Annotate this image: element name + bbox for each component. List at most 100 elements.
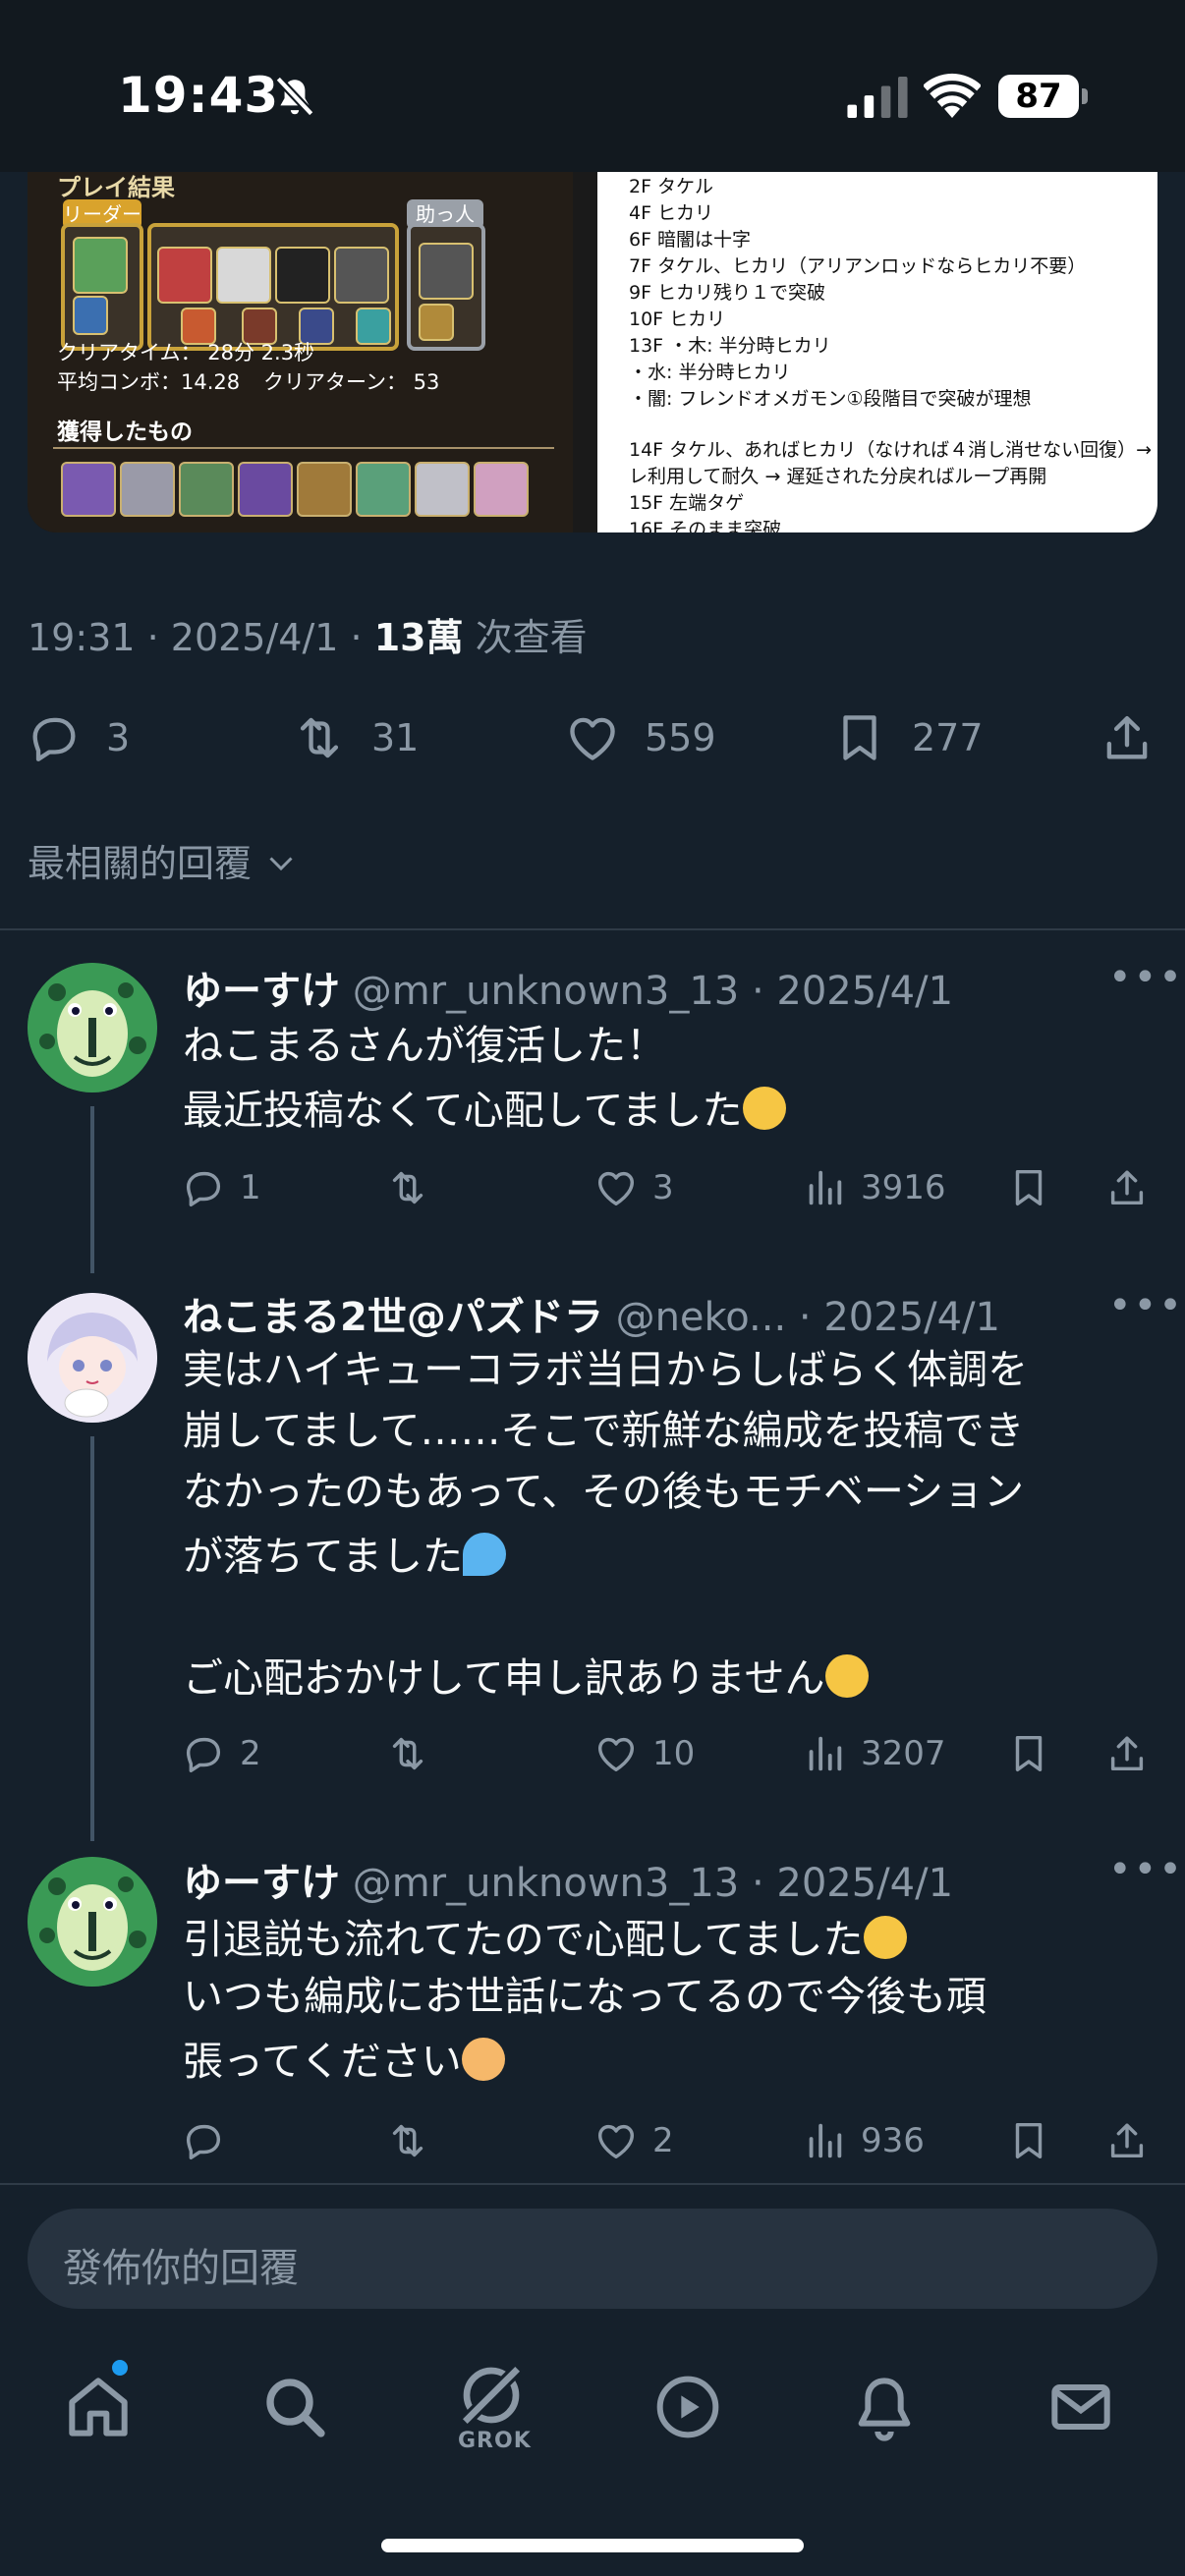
speech-bubble-icon xyxy=(181,2118,226,2163)
play-icon[interactable] xyxy=(649,2368,727,2446)
reply-date[interactable]: 2025/4/1 xyxy=(776,969,953,1014)
more-options-button[interactable]: ••• xyxy=(1108,1283,1184,1328)
views-count: 13萬 xyxy=(373,616,464,659)
compose-placeholder: 發佈你的回覆 xyxy=(63,2246,299,2291)
reply-text-line: 最近投稿なくて心配してました xyxy=(183,1087,786,1131)
more-options-button[interactable]: ••• xyxy=(1108,955,1184,1000)
like-count: 10 xyxy=(652,1734,696,1773)
views-count: 3207 xyxy=(861,1734,946,1773)
reply-count: 1 xyxy=(240,1168,261,1207)
share-button[interactable] xyxy=(1104,1731,1163,1776)
reply-header: ゆーすけ @mr_unknown3_13 · 2025/4/1 xyxy=(183,1861,954,1906)
author-name[interactable]: ゆーすけ xyxy=(183,1861,340,1906)
anime-girl-avatar-icon xyxy=(28,1293,157,1423)
avg-combo: 平均コンボ：14.28 xyxy=(57,370,241,394)
avatar[interactable] xyxy=(28,1293,157,1423)
note-line: 2F タケル xyxy=(629,176,714,197)
like-button[interactable]: 10 xyxy=(593,1731,695,1776)
note-line: 6F 暗闇は十字 xyxy=(629,229,752,251)
grok-icon[interactable] xyxy=(452,2356,531,2435)
monster-icon xyxy=(334,247,389,304)
search-icon[interactable] xyxy=(255,2368,334,2446)
retweet-button[interactable] xyxy=(385,1165,444,1210)
author-name[interactable]: ゆーすけ xyxy=(183,969,340,1014)
joy-emoji-icon xyxy=(863,1916,907,1959)
like-button[interactable]: 2 xyxy=(593,2118,674,2163)
chevron-down-icon xyxy=(269,857,293,871)
like-button[interactable]: 3 xyxy=(593,1165,674,1210)
views-button[interactable]: 3207 xyxy=(802,1731,946,1776)
reply-button[interactable] xyxy=(181,2118,240,2163)
reply-sort-dropdown[interactable]: 最相關的回覆 xyxy=(28,833,299,887)
drop-icon xyxy=(238,462,293,517)
avatar[interactable] xyxy=(28,1857,157,1987)
bookmark-button[interactable]: 277 xyxy=(831,709,984,766)
note-line: レ利用して耐久 → 遅延された分戻ればループ再開 xyxy=(629,466,1047,487)
thread-line xyxy=(90,1436,94,1841)
share-icon xyxy=(1104,1165,1150,1210)
drop-icon xyxy=(179,462,234,517)
bell-icon[interactable] xyxy=(845,2368,924,2446)
tweet-date[interactable]: 2025/4/1 xyxy=(171,616,339,659)
game-result-image[interactable]: プレイ結果 リーダー 助っ人 クリアタイム： 28分 2.3秒 平均コンボ：14… xyxy=(28,172,573,532)
avatar[interactable] xyxy=(28,963,157,1092)
reply-button[interactable]: 2 xyxy=(181,1731,261,1776)
author-name[interactable]: ねこまる2世@パズドラ xyxy=(183,1295,603,1340)
like-count: 3 xyxy=(652,1168,674,1207)
bar-chart-icon xyxy=(802,1731,847,1776)
reply-compose-input[interactable]: 發佈你的回覆 xyxy=(28,2209,1157,2309)
monster-icon xyxy=(275,247,330,304)
home-notification-dot xyxy=(112,2360,128,2376)
floor-notes-image[interactable]: 2F タケル 4F ヒカリ 6F 暗闇は十字 7F タケル、ヒカリ（アリアンロッ… xyxy=(597,172,1157,532)
monster-icon xyxy=(419,243,474,300)
more-options-button[interactable]: ••• xyxy=(1108,1847,1184,1892)
note-line: 13F ・木: 半分時ヒカリ xyxy=(629,335,831,357)
reply-date[interactable]: 2025/4/1 xyxy=(823,1295,1000,1340)
reply-header: ゆーすけ @mr_unknown3_13 · 2025/4/1 xyxy=(183,969,954,1014)
bookmark-button[interactable] xyxy=(1006,1165,1065,1210)
wifi-icon xyxy=(924,74,981,118)
like-count: 559 xyxy=(645,716,716,759)
retweet-count: 31 xyxy=(371,716,420,759)
retweet-icon xyxy=(385,1165,430,1210)
retweet-button[interactable] xyxy=(385,1731,444,1776)
reply-button[interactable]: 1 xyxy=(181,1165,261,1210)
author-handle[interactable]: @mr_unknown3_13 xyxy=(353,1861,740,1906)
author-handle[interactable]: @mr_unknown3_13 xyxy=(353,969,740,1014)
bookmark-button[interactable] xyxy=(1006,1731,1065,1776)
result-header: プレイ結果 xyxy=(57,174,175,201)
bell-slash-icon xyxy=(275,76,314,117)
speech-bubble-icon xyxy=(181,1731,226,1776)
reply-button[interactable]: 3 xyxy=(26,709,130,766)
note-line: 4F ヒカリ xyxy=(629,202,714,224)
divider xyxy=(0,928,1185,930)
divider xyxy=(0,2183,1185,2185)
bookmark-icon xyxy=(1006,1731,1051,1776)
mail-icon[interactable] xyxy=(1042,2368,1120,2446)
note-line: 9F ヒカリ残り１で突破 xyxy=(629,282,826,304)
heart-icon xyxy=(593,2118,639,2163)
sort-label: 最相關的回覆 xyxy=(28,842,253,885)
views-button[interactable]: 3916 xyxy=(802,1165,946,1210)
retweet-button[interactable]: 31 xyxy=(291,709,419,766)
bookmark-button[interactable] xyxy=(1006,2118,1065,2163)
clear-time: クリアタイム： 28分 2.3秒 xyxy=(57,341,315,364)
author-handle[interactable]: @neko... xyxy=(616,1295,787,1340)
drop-icon xyxy=(356,462,411,517)
share-button[interactable] xyxy=(1104,2118,1163,2163)
like-button[interactable]: 559 xyxy=(564,709,716,766)
share-button[interactable] xyxy=(1104,1165,1163,1210)
views-count: 3916 xyxy=(861,1168,946,1207)
retweet-button[interactable] xyxy=(385,2118,444,2163)
clear-turns: クリアターン： 53 xyxy=(263,370,440,394)
views-button[interactable]: 936 xyxy=(802,2118,925,2163)
note-line: 10F ヒカリ xyxy=(629,308,726,330)
crying-face-emoji-icon xyxy=(824,1654,869,1698)
tweet-media[interactable]: プレイ結果 リーダー 助っ人 クリアタイム： 28分 2.3秒 平均コンボ：14… xyxy=(28,172,1157,532)
leader-box xyxy=(61,223,143,351)
reply-date[interactable]: 2025/4/1 xyxy=(776,1861,953,1906)
home-icon[interactable] xyxy=(59,2368,138,2446)
reply-text-line: いつも編成にお世話になってるので今後も頑 xyxy=(183,1973,987,2020)
share-button[interactable] xyxy=(1099,709,1179,766)
bar-chart-icon xyxy=(802,1165,847,1210)
